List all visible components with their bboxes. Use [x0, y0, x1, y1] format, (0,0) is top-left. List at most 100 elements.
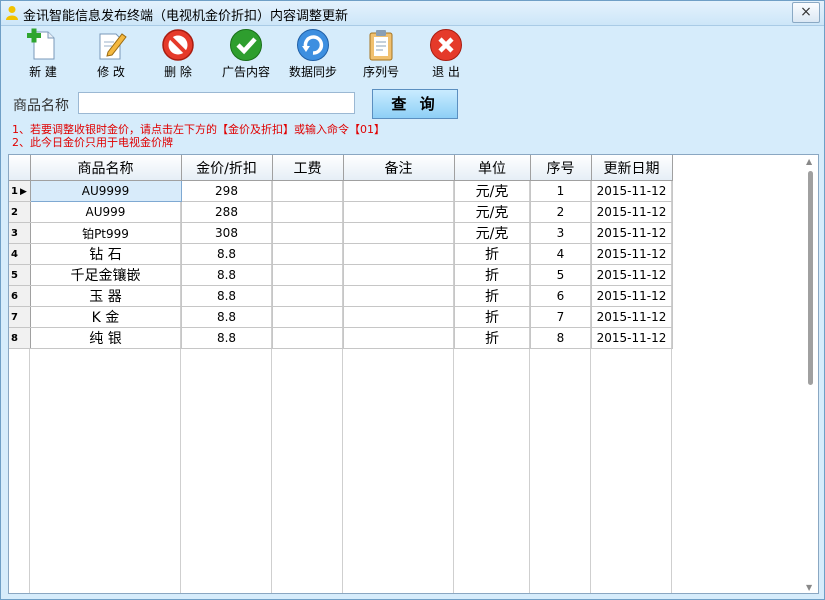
vertical-scrollbar[interactable]: ▲ ▼ [803, 155, 818, 593]
cell-seq[interactable]: 4 [530, 243, 592, 265]
serial-number-button[interactable]: 序列号 [349, 28, 413, 82]
column-header[interactable]: 备注 [343, 155, 455, 181]
cell-seq[interactable]: 5 [530, 264, 592, 286]
cell-note[interactable] [343, 180, 455, 202]
row-header[interactable]: 5 [9, 264, 31, 286]
cell-price[interactable]: 8.8 [181, 285, 273, 307]
cell-fee[interactable] [272, 180, 344, 202]
cell-seq[interactable]: 2 [530, 201, 592, 223]
column-header[interactable]: 金价/折扣 [181, 155, 273, 181]
table-row[interactable]: 8 纯 银 8.8 折 8 2015-11-12 [9, 327, 673, 349]
cell-seq[interactable]: 6 [530, 285, 592, 307]
cell-seq[interactable]: 7 [530, 306, 592, 328]
column-header[interactable]: 序号 [530, 155, 592, 181]
cell-seq[interactable]: 8 [530, 327, 592, 349]
cell-name[interactable]: AU999 [30, 201, 182, 223]
scroll-up-arrow-icon[interactable]: ▲ [806, 157, 812, 166]
cell-fee[interactable] [272, 285, 344, 307]
cell-seq[interactable]: 1 [530, 180, 592, 202]
row-header[interactable]: 4 [9, 243, 31, 265]
main-window: 金讯智能信息发布终端（电视机金价折扣）内容调整更新 × 新 建 修 改 删 除 … [0, 0, 825, 600]
cell-price[interactable]: 288 [181, 201, 273, 223]
query-button[interactable]: 查 询 [372, 89, 458, 119]
row-header[interactable]: 1 ▶ [9, 180, 31, 202]
cell-price[interactable]: 308 [181, 222, 273, 244]
cell-fee[interactable] [272, 222, 344, 244]
ad-content-button[interactable]: 广告内容 [214, 28, 278, 82]
cell-unit[interactable]: 元/克 [454, 222, 531, 244]
column-header[interactable]: 工费 [272, 155, 344, 181]
window-close-button[interactable]: × [792, 2, 820, 23]
cell-name[interactable]: 玉 器 [30, 285, 182, 307]
product-name-input[interactable] [78, 92, 355, 114]
table-row[interactable]: 3 铂Pt999 308 元/克 3 2015-11-12 [9, 222, 673, 244]
cell-name[interactable]: 纯 银 [30, 327, 182, 349]
cell-unit[interactable]: 折 [454, 285, 531, 307]
new-label: 新 建 [29, 65, 57, 79]
cell-fee[interactable] [272, 306, 344, 328]
cell-note[interactable] [343, 327, 455, 349]
scroll-thumb[interactable] [808, 171, 813, 385]
cell-note[interactable] [343, 285, 455, 307]
cell-date[interactable]: 2015-11-12 [591, 264, 673, 286]
cell-fee[interactable] [272, 264, 344, 286]
new-button[interactable]: 新 建 [11, 28, 75, 82]
edit-button[interactable]: 修 改 [79, 28, 143, 82]
cell-date[interactable]: 2015-11-12 [591, 285, 673, 307]
row-header[interactable]: 6 [9, 285, 31, 307]
exit-label: 退 出 [432, 65, 460, 79]
cell-date[interactable]: 2015-11-12 [591, 327, 673, 349]
cell-fee[interactable] [272, 243, 344, 265]
cell-date[interactable]: 2015-11-12 [591, 180, 673, 202]
cell-name[interactable]: 千足金镶嵌 [30, 264, 182, 286]
cell-note[interactable] [343, 222, 455, 244]
delete-button[interactable]: 删 除 [146, 28, 210, 82]
row-header[interactable]: 3 [9, 222, 31, 244]
cell-date[interactable]: 2015-11-12 [591, 306, 673, 328]
cell-name[interactable]: K 金 [30, 306, 182, 328]
cell-price[interactable]: 8.8 [181, 243, 273, 265]
cell-price[interactable]: 298 [181, 180, 273, 202]
row-header[interactable]: 2 [9, 201, 31, 223]
column-header[interactable]: 单位 [454, 155, 531, 181]
scroll-down-arrow-icon[interactable]: ▼ [806, 583, 812, 592]
cell-fee[interactable] [272, 327, 344, 349]
cell-name[interactable]: AU9999 [29, 180, 182, 202]
data-sync-button[interactable]: 数据同步 [281, 28, 345, 82]
cell-price[interactable]: 8.8 [181, 306, 273, 328]
column-header[interactable]: 更新日期 [591, 155, 673, 181]
cell-unit[interactable]: 元/克 [454, 201, 531, 223]
cell-note[interactable] [343, 306, 455, 328]
cell-note[interactable] [343, 201, 455, 223]
current-row-arrow-icon: ▶ [19, 186, 27, 197]
cell-date[interactable]: 2015-11-12 [591, 201, 673, 223]
cell-fee[interactable] [272, 201, 344, 223]
table-row[interactable]: 6 玉 器 8.8 折 6 2015-11-12 [9, 285, 673, 307]
cell-date[interactable]: 2015-11-12 [591, 222, 673, 244]
table-row[interactable]: 7 K 金 8.8 折 7 2015-11-12 [9, 306, 673, 328]
cell-name[interactable]: 铂Pt999 [30, 222, 182, 244]
row-number: 1 [11, 185, 18, 197]
cell-unit[interactable]: 折 [454, 264, 531, 286]
table-row[interactable]: 4 钻 石 8.8 折 4 2015-11-12 [9, 243, 673, 265]
cell-note[interactable] [343, 243, 455, 265]
cell-price[interactable]: 8.8 [181, 327, 273, 349]
cell-unit[interactable]: 折 [454, 306, 531, 328]
cell-date[interactable]: 2015-11-12 [591, 243, 673, 265]
check-ok-icon [230, 29, 262, 61]
cell-name[interactable]: 钻 石 [30, 243, 182, 265]
table-row[interactable]: 5 千足金镶嵌 8.8 折 5 2015-11-12 [9, 264, 673, 286]
row-header[interactable]: 8 [9, 327, 31, 349]
table-row[interactable]: 1 ▶ AU9999 298 元/克 1 2015-11-12 [9, 180, 673, 202]
exit-button[interactable]: 退 出 [414, 28, 478, 82]
cell-note[interactable] [343, 264, 455, 286]
cell-unit[interactable]: 折 [454, 327, 531, 349]
hint-text: 1、若要调整收银时金价，请点击左下方的【金价及折扣】或输入命令【01】 2、此今… [12, 123, 385, 149]
table-row[interactable]: 2 AU999 288 元/克 2 2015-11-12 [9, 201, 673, 223]
cell-unit[interactable]: 元/克 [454, 180, 531, 202]
cell-seq[interactable]: 3 [530, 222, 592, 244]
cell-unit[interactable]: 折 [454, 243, 531, 265]
cell-price[interactable]: 8.8 [181, 264, 273, 286]
column-header[interactable]: 商品名称 [30, 155, 182, 181]
row-header[interactable]: 7 [9, 306, 31, 328]
